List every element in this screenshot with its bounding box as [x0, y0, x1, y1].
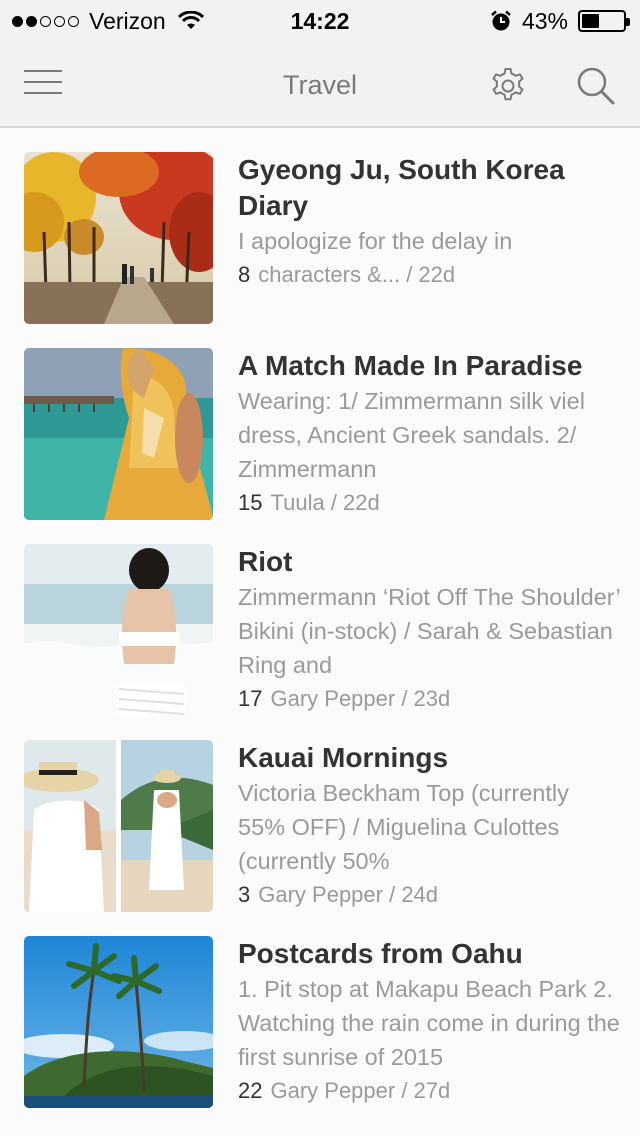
post-thumbnail [24, 152, 213, 324]
post-item[interactable]: Riot Zimmermann ‘Riot Off The Shoulder’ … [0, 544, 640, 740]
post-text: Postcards from Oahu 1. Pit stop at Makap… [238, 936, 620, 1108]
author-age: Gary Pepper / 23d [270, 686, 451, 711]
post-item[interactable]: Gyeong Ju, South Korea Diary I apologize… [0, 152, 640, 348]
post-text: Gyeong Ju, South Korea Diary I apologize… [238, 152, 620, 292]
post-title: Kauai Mornings [238, 742, 449, 773]
comment-count: 3 [238, 882, 251, 907]
post-item[interactable]: Postcards from Oahu 1. Pit stop at Makap… [0, 936, 640, 1132]
author-age: Gary Pepper / 27d [270, 1078, 451, 1103]
post-item[interactable]: Kauai Mornings Victoria Beckham Top (cur… [0, 740, 640, 936]
settings-button[interactable] [486, 64, 530, 108]
post-text: A Match Made In Paradise Wearing: 1/ Zim… [238, 348, 620, 520]
post-meta: 3 Gary Pepper / 24d [238, 878, 620, 912]
comment-count: 15 [238, 490, 263, 515]
post-text: Kauai Mornings Victoria Beckham Top (cur… [238, 740, 620, 912]
post-thumbnail [24, 936, 213, 1108]
post-thumbnail [24, 740, 213, 912]
post-excerpt: 1. Pit stop at Makapu Beach Park 2. Watc… [238, 976, 620, 1070]
post-title: Riot [238, 546, 293, 577]
post-meta: 22 Gary Pepper / 27d [238, 1074, 620, 1108]
gear-icon [492, 68, 524, 101]
post-text: Riot Zimmermann ‘Riot Off The Shoulder’ … [238, 544, 620, 716]
post-excerpt: I apologize for the delay in [238, 228, 513, 254]
comment-count: 8 [238, 262, 251, 287]
author-age: Tuula / 22d [270, 490, 380, 515]
author-age: Gary Pepper / 24d [258, 882, 439, 907]
post-excerpt: Victoria Beckham Top (currently 55% OFF)… [238, 780, 569, 874]
battery-level [582, 14, 600, 28]
post-meta: 8 characters &... / 22d [238, 258, 620, 292]
post-meta: 17 Gary Pepper / 23d [238, 682, 620, 716]
post-thumbnail [24, 544, 213, 716]
post-title: Gyeong Ju, South Korea Diary [238, 154, 565, 221]
author-age: characters &... / 22d [258, 262, 456, 287]
post-excerpt: Wearing: 1/ Zimmermann silk viel dress, … [238, 388, 585, 482]
post-title: A Match Made In Paradise [238, 350, 583, 381]
page-title: Travel [282, 70, 357, 100]
comment-count: 22 [238, 1078, 263, 1103]
post-meta: 15 Tuula / 22d [238, 486, 620, 520]
navigation-bar: Travel [0, 42, 640, 128]
search-icon [577, 67, 615, 105]
status-bar: Verizon 14:22 43% [0, 0, 640, 42]
post-item[interactable]: A Match Made In Paradise Wearing: 1/ Zim… [0, 348, 640, 544]
post-excerpt: Zimmermann ‘Riot Off The Shoulder’ Bikin… [238, 584, 620, 678]
post-title: Postcards from Oahu [238, 938, 523, 969]
alarm-clock-icon [490, 10, 512, 32]
battery-percentage: 43% [521, 7, 568, 34]
search-button[interactable] [574, 64, 618, 108]
battery-icon [578, 10, 630, 32]
post-thumbnail [24, 348, 213, 520]
status-right: 43% [490, 6, 630, 36]
comment-count: 17 [238, 686, 263, 711]
